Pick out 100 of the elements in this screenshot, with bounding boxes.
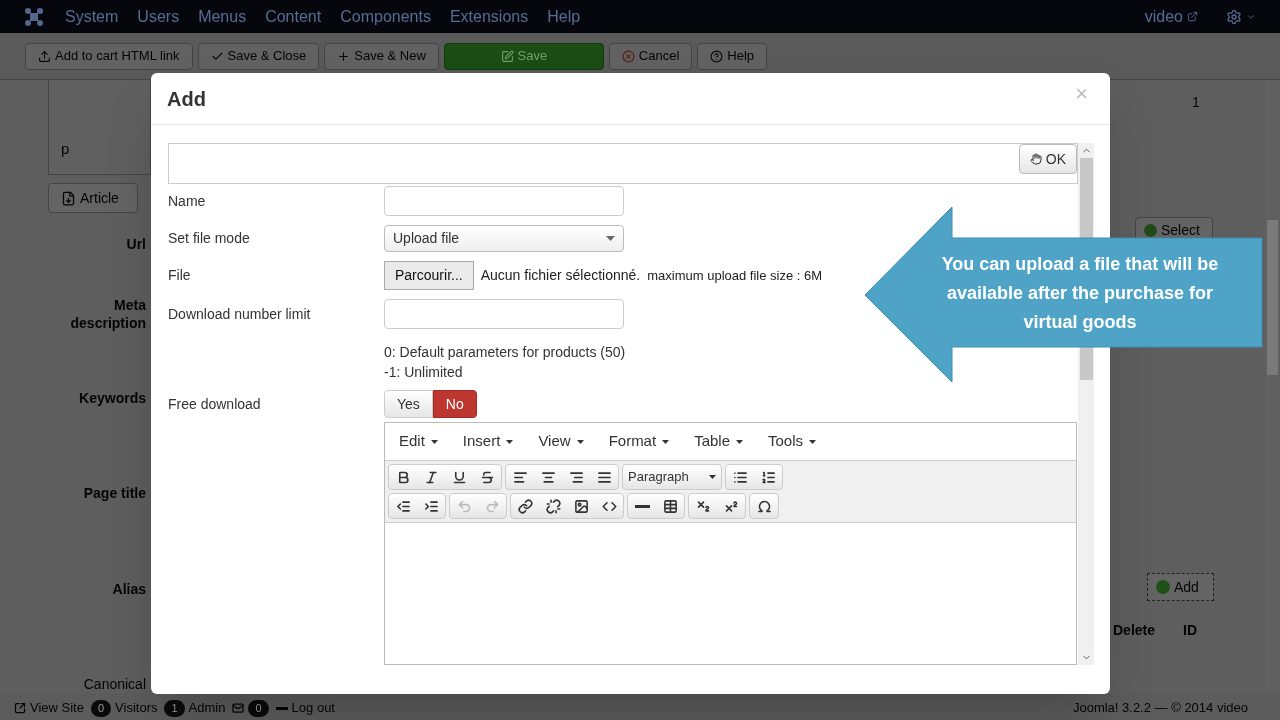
caret-icon: [430, 439, 438, 444]
upload-size-note: maximum upload file size : 6M: [647, 266, 823, 285]
status-link[interactable]: Visitors: [115, 698, 158, 718]
nav-menu-item[interactable]: Extensions: [449, 4, 529, 29]
link-icon: [517, 498, 533, 514]
align-left-icon: [512, 469, 528, 485]
field-label: Name: [168, 191, 207, 211]
column-header: ID: [1183, 621, 1198, 640]
align-right-icon: [568, 469, 584, 485]
logo-icon: [24, 6, 44, 27]
form-label: Page title: [83, 484, 146, 502]
add-icon: [1156, 580, 1170, 594]
subscript-icon: [695, 498, 711, 514]
align-center-icon: [540, 469, 556, 485]
file-icon: [61, 190, 76, 206]
editor-menu[interactable]: Tools: [768, 430, 817, 453]
modal-title: Add: [167, 86, 206, 112]
nav-menu-item[interactable]: Menus: [198, 4, 247, 29]
editor-menu[interactable]: Edit: [399, 430, 438, 453]
hand-icon: [1029, 153, 1042, 165]
file-status: Aucun fichier sélectionné.: [480, 266, 641, 285]
text-field[interactable]: [384, 186, 624, 216]
upload-icon: [38, 49, 51, 63]
text-field[interactable]: [384, 299, 624, 329]
user-link[interactable]: video: [1144, 4, 1183, 29]
unlink-icon: [545, 498, 561, 514]
underline-icon: [451, 469, 467, 485]
editor-menu[interactable]: View: [538, 430, 584, 453]
field-label: File: [168, 266, 192, 285]
form-label: Alias: [112, 580, 146, 598]
nav-menu-item[interactable]: System: [65, 4, 119, 29]
image-icon: [573, 498, 589, 514]
help-text: 0: Default parameters for products (50): [384, 343, 627, 361]
caret-icon: [736, 439, 743, 444]
version-text: Joomla! 3.2.2 — © 2014 video: [1072, 699, 1248, 718]
field-label: Download number limit: [168, 304, 312, 324]
external-link-icon: [1187, 11, 1198, 22]
add-button[interactable]: Add: [1147, 573, 1214, 601]
nav-menu-item[interactable]: Help: [547, 4, 581, 29]
minus-icon: [275, 706, 288, 710]
status-link[interactable]: View Site: [30, 698, 84, 718]
plus-icon: [337, 49, 351, 63]
bullet-list-icon: [732, 469, 748, 485]
align-justify-icon: [596, 469, 612, 485]
cancel-icon: [621, 49, 635, 63]
browse-button[interactable]: Parcourir...: [384, 261, 474, 290]
save-toolbar-button[interactable]: Save: [443, 42, 604, 70]
count-badge: 0: [248, 699, 269, 717]
format-select[interactable]: Paragraph: [622, 464, 722, 490]
redo-icon: [484, 498, 500, 514]
plus-toolbar-button[interactable]: Save & New: [324, 42, 439, 70]
select-field[interactable]: Upload file: [384, 225, 624, 252]
omega-icon: [756, 498, 772, 514]
caret-icon: [809, 439, 817, 444]
help-toolbar-button[interactable]: Help: [697, 42, 768, 70]
count-badge: 1: [164, 699, 185, 717]
count-text: 1: [1192, 93, 1201, 112]
status-link[interactable]: Log out: [291, 698, 335, 718]
form-label: Meta description: [69, 296, 146, 332]
caret-icon: [709, 475, 716, 479]
strikethrough-icon: [479, 469, 495, 485]
editor-menu[interactable]: Format: [608, 430, 670, 453]
settings-icon[interactable]: [1226, 8, 1242, 25]
form-label: Canonical: [83, 675, 146, 693]
article-button[interactable]: Article: [48, 183, 138, 213]
editor-menu[interactable]: Insert: [462, 430, 514, 453]
panel-text: p: [61, 138, 70, 159]
outdent-icon: [395, 498, 411, 514]
italic-icon: [423, 469, 439, 485]
nav-menu-item[interactable]: Components: [340, 4, 431, 29]
form-label: Keywords: [79, 389, 146, 407]
form-label: Url: [126, 235, 146, 253]
caret-icon: [662, 439, 670, 444]
callout-text: You can upload a file that will be available after the purchase for virtual goods: [940, 253, 1220, 334]
check-toolbar-button[interactable]: Save & Close: [197, 42, 320, 70]
field-label: Set file mode: [168, 229, 251, 248]
superscript-icon: [723, 498, 739, 514]
caret-icon: [506, 439, 514, 444]
close-button[interactable]: ×: [1075, 82, 1088, 105]
toggle-option[interactable]: No: [432, 390, 477, 418]
nav-menu-item[interactable]: Content: [265, 4, 322, 29]
numbered-list-icon: [760, 469, 776, 485]
undo-icon: [456, 498, 472, 514]
external-link-icon: [14, 702, 26, 714]
help-text: -1: Unlimited: [384, 363, 464, 381]
caret-icon: [576, 439, 584, 444]
count-badge: 0: [90, 699, 112, 717]
dropdown-caret-icon: [606, 236, 615, 241]
status-link[interactable]: Admin: [188, 698, 226, 718]
editor-menu[interactable]: Table: [694, 430, 743, 453]
indent-icon: [423, 498, 439, 514]
ok-button[interactable]: OK: [1018, 144, 1077, 174]
upload-toolbar-button[interactable]: Add to cart HTML link: [25, 42, 193, 70]
cancel-toolbar-button[interactable]: Cancel: [608, 42, 693, 70]
toggle-option[interactable]: Yes: [384, 390, 433, 418]
nav-menu-item[interactable]: Users: [137, 4, 180, 29]
column-header: Delete: [1113, 621, 1156, 640]
help-icon: [710, 49, 724, 63]
save-icon: [500, 49, 514, 63]
field-label: Free download: [168, 394, 262, 414]
